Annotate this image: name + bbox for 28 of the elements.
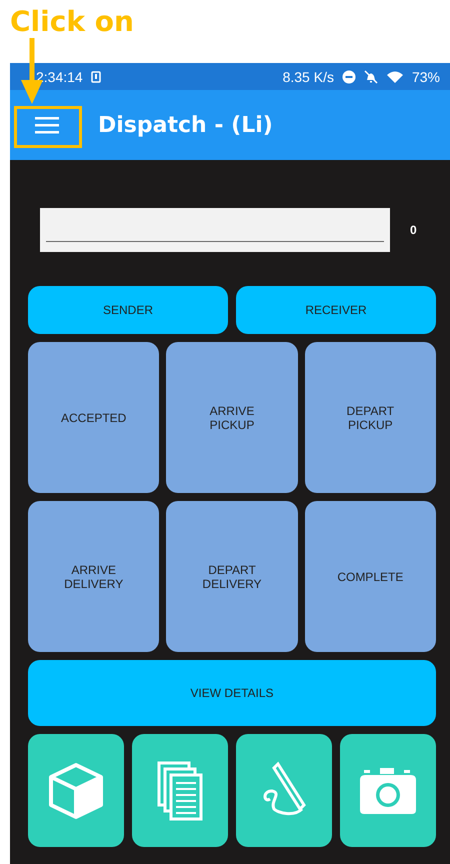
tool-button[interactable] (132, 734, 228, 847)
status-button[interactable]: ACCEPTED (28, 342, 160, 493)
tool-button[interactable] (236, 734, 332, 847)
input-field[interactable] (40, 208, 390, 252)
battery-level: 73% (412, 68, 440, 84)
status-button[interactable]: COMPLETE (304, 501, 436, 652)
party-button[interactable]: RECEIVER (236, 286, 436, 334)
menu-icon (35, 116, 59, 134)
network-speed: 8.35 K/s (282, 68, 334, 84)
party-button[interactable]: SENDER (28, 286, 228, 334)
tool-button[interactable] (28, 734, 124, 847)
annotation-text: Click on (10, 5, 134, 38)
status-button[interactable]: DEPART DELIVERY (166, 501, 298, 652)
cube-icon (48, 762, 104, 820)
highlight-frame (14, 106, 82, 148)
phone-icon (90, 70, 101, 82)
documents-icon (157, 760, 203, 820)
item-count: 0 (410, 223, 417, 237)
status-button[interactable]: ARRIVE DELIVERY (28, 501, 160, 652)
status-button[interactable]: DEPART PICKUP (304, 342, 436, 493)
view-details-button[interactable]: VIEW DETAILS (28, 660, 436, 726)
app-title: Dispatch - (Li) (98, 112, 273, 138)
camera-icon (358, 766, 418, 816)
status-button[interactable]: ARRIVE PICKUP (166, 342, 298, 493)
wifi-icon (386, 70, 404, 84)
tool-button[interactable] (340, 734, 436, 847)
do-not-disturb-icon (342, 70, 356, 84)
bell-muted-icon (364, 70, 378, 84)
